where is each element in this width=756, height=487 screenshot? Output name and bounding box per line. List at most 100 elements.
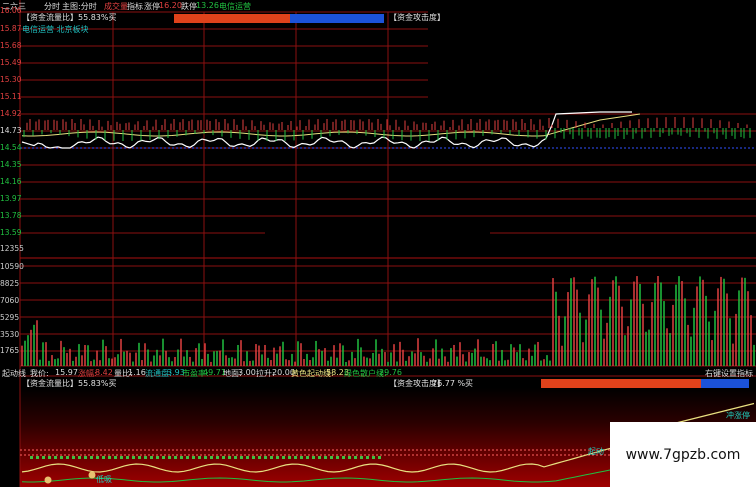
change-value: 8.42 — [95, 368, 113, 377]
signal-dot — [354, 456, 357, 459]
signal-dot — [60, 456, 63, 459]
signal-dot — [198, 456, 201, 459]
marker-limit-up: 冲涨停 — [726, 411, 750, 420]
gauge-sell-fill — [289, 14, 384, 23]
signal-dot — [318, 456, 321, 459]
price-tick-label: 14.16 — [0, 177, 22, 186]
settings-button[interactable]: 右键设置指标 — [705, 368, 753, 379]
signal-dot — [126, 456, 129, 459]
signal-dot — [282, 456, 285, 459]
watermark: www.7gpzb.com — [610, 422, 756, 487]
price-tick-label: 15.11 — [0, 92, 22, 101]
price-tick-label: 15.87 — [0, 24, 22, 33]
attack-value-bottom: 76.77 %买 — [432, 379, 474, 388]
signal-dot — [210, 456, 213, 459]
signal-dot — [144, 456, 147, 459]
signal-dot — [360, 456, 363, 459]
signal-dot — [54, 456, 57, 459]
signal-dot — [138, 456, 141, 459]
signal-dot — [66, 456, 69, 459]
signal-dot — [324, 456, 327, 459]
signal-dot — [42, 456, 45, 459]
signal-dot — [240, 456, 243, 459]
signal-dot — [204, 456, 207, 459]
volume-tick-label: 3530 — [0, 330, 20, 339]
signal-dot — [342, 456, 345, 459]
signal-dot — [186, 456, 189, 459]
signal-dot — [306, 456, 309, 459]
volume-tick-label: 7060 — [0, 296, 20, 305]
signal-dot — [378, 456, 381, 459]
ground-value: 3.00 — [238, 368, 256, 377]
signal-dot — [72, 456, 75, 459]
signal-dot — [252, 456, 255, 459]
signal-dot — [150, 456, 153, 459]
signal-dot — [372, 456, 375, 459]
signal-dot — [84, 456, 87, 459]
signal-dot — [30, 456, 33, 459]
indicator-label[interactable]: 指标 — [127, 1, 143, 12]
average-line — [21, 113, 641, 137]
signal-dot — [180, 456, 183, 459]
gauge-sell-fill-bottom — [701, 379, 749, 388]
attack-label-top: 【资金攻击度】 — [389, 13, 445, 22]
signal-dot — [348, 456, 351, 459]
signal-dot — [162, 456, 165, 459]
sector-tags[interactable]: 电信运营 北京板块 — [22, 24, 89, 35]
volume-label[interactable]: 成交量 — [104, 1, 128, 12]
marker-start: 起动 — [588, 447, 604, 456]
signal-dot — [288, 456, 291, 459]
volume-tick-label: 12355 — [0, 244, 24, 253]
limit-up-label: 涨停 — [144, 2, 160, 11]
marker-low: 低吸 — [96, 475, 112, 484]
capital-gauge-bottom — [541, 379, 749, 388]
signal-dot — [330, 456, 333, 459]
price-tick-label: 13.78 — [0, 211, 22, 220]
volume-tick-label: 10590 — [0, 262, 24, 271]
gauge-buy-fill — [174, 14, 290, 23]
signal-dot — [132, 456, 135, 459]
signal-dot — [90, 456, 93, 459]
coin-icon — [88, 471, 96, 479]
signal-dot — [96, 456, 99, 459]
main-chart-label[interactable]: 主图:分时 — [62, 1, 97, 12]
mode-label[interactable]: 分时 — [44, 1, 60, 12]
signal-dot — [366, 456, 369, 459]
signal-dot — [216, 456, 219, 459]
limit-up-value: 16.20 — [159, 1, 182, 10]
limit-down-label: 跌停 — [181, 2, 197, 11]
sector-label[interactable]: 电信运营 — [219, 1, 251, 12]
signal-dot — [102, 456, 105, 459]
price-tick-label: 14.35 — [0, 160, 22, 169]
signal-dot — [36, 456, 39, 459]
price-tick-label: 16.06 — [0, 6, 22, 15]
signal-dot — [114, 456, 117, 459]
signal-dot — [168, 456, 171, 459]
limit-down-value: 13.26 — [196, 1, 219, 10]
price-tick-label: 14.54 — [0, 143, 22, 152]
signal-dot — [246, 456, 249, 459]
signal-dot — [120, 456, 123, 459]
volume-ratio-value: 1.16 — [128, 368, 146, 377]
capital-flow-label: 【资金流量比】55.83%买 — [22, 13, 117, 22]
green-line-value: 29.76 — [379, 368, 402, 377]
price-tick-label: 13.97 — [0, 194, 22, 203]
price-tick-label: 13.59 — [0, 228, 22, 237]
signal-dot — [336, 456, 339, 459]
volume-tick-label: 8825 — [0, 279, 20, 288]
signal-dot — [300, 456, 303, 459]
signal-dot — [174, 456, 177, 459]
coin-icon — [44, 476, 52, 484]
signal-dot — [156, 456, 159, 459]
my-price-value: 15.97 — [55, 368, 78, 377]
signal-dot — [222, 456, 225, 459]
signal-dot — [192, 456, 195, 459]
signal-dot — [78, 456, 81, 459]
price-tick-label: 14.73 — [0, 126, 22, 135]
capital-flow-label-bottom: 【资金流量比】55.83%买 — [22, 379, 117, 388]
price-tick-label: 15.30 — [0, 75, 22, 84]
signal-dot — [294, 456, 297, 459]
signal-dot — [276, 456, 279, 459]
signal-dot — [270, 456, 273, 459]
price-tick-label: 15.49 — [0, 58, 22, 67]
